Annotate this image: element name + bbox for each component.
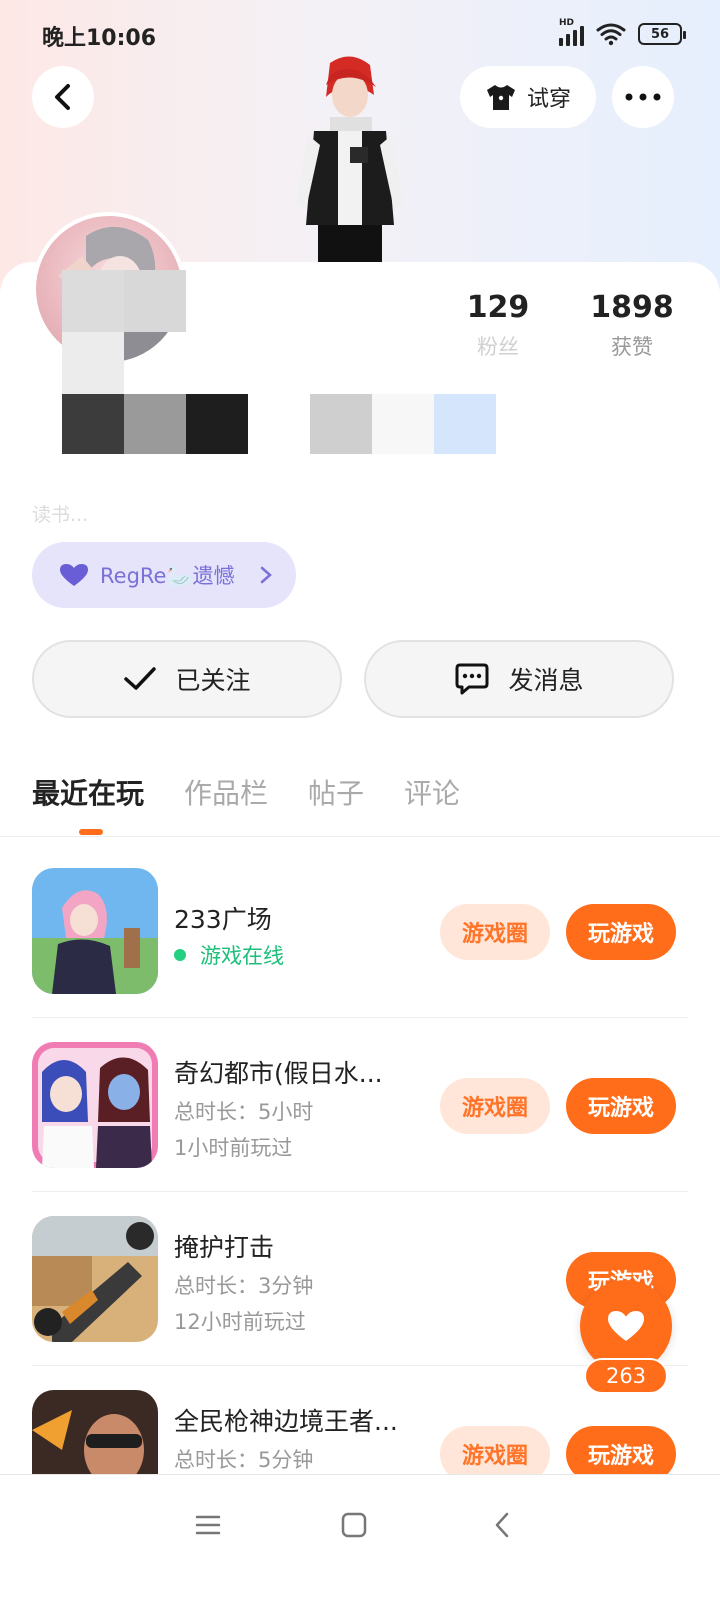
game-cover-art	[32, 1216, 158, 1342]
nickname-mosaic	[62, 270, 124, 332]
game-cover-art	[32, 868, 158, 994]
tab-recently-playing[interactable]: 最近在玩	[32, 772, 144, 812]
game-duration: 总时长：3分钟	[174, 1274, 314, 1298]
menu-lines-icon	[195, 1515, 221, 1535]
group-chip-label: RegRe🦢遗憾	[100, 564, 235, 588]
game-circle-button[interactable]: 游戏圈	[440, 904, 550, 960]
game-title: 掩护打击	[174, 1233, 275, 1262]
game-online-status: 游戏在线	[174, 940, 284, 970]
bio-fade-text: 读书...	[32, 504, 89, 526]
online-dot-icon	[174, 949, 186, 961]
game-duration: 总时长：5分钟	[174, 1448, 314, 1472]
try-on-button[interactable]: 试穿	[460, 66, 596, 128]
nickname-mosaic	[372, 394, 434, 454]
nickname-mosaic	[186, 394, 248, 454]
game-title: 奇幻都市(假日水...	[174, 1059, 383, 1088]
chevron-left-icon	[55, 84, 70, 110]
game-icon-fantasy-city	[32, 1042, 158, 1168]
nickname-mosaic	[62, 394, 124, 454]
system-nav-bar	[0, 1474, 720, 1600]
nickname-mosaic	[434, 394, 496, 454]
nickname-mosaic	[62, 332, 124, 394]
chat-bubble-icon	[455, 663, 489, 695]
try-on-label: 试穿	[526, 87, 571, 112]
back-button[interactable]	[32, 66, 94, 128]
chevron-right-icon	[260, 566, 272, 584]
fans-label: 粉丝	[477, 335, 519, 359]
play-game-button[interactable]: 玩游戏	[566, 904, 676, 960]
avatar-character-figure	[296, 56, 404, 265]
profile-tabs: 最近在玩 作品栏 帖子 评论	[32, 772, 460, 812]
heart-icon	[60, 564, 88, 586]
tab-comments[interactable]: 评论	[404, 772, 460, 812]
send-message-button[interactable]: 发消息	[364, 640, 674, 718]
game-icon-cover-strike	[32, 1216, 158, 1342]
follow-label: 已关注	[175, 666, 251, 695]
nickname-mosaic	[310, 394, 372, 454]
game-title: 233广场	[174, 905, 272, 934]
send-message-label: 发消息	[508, 666, 584, 695]
tabs-divider	[0, 836, 720, 837]
bio-text: 读书...	[32, 500, 312, 528]
likes-label: 获赞	[611, 335, 653, 359]
group-chip[interactable]: RegRe🦢遗憾	[32, 542, 296, 608]
tab-works[interactable]: 作品栏	[184, 772, 268, 812]
recent-apps-button[interactable]	[188, 1505, 228, 1545]
follow-button[interactable]: 已关注	[32, 640, 342, 718]
more-options-button[interactable]	[612, 66, 674, 128]
home-square-icon	[341, 1512, 367, 1538]
game-duration: 总时长：5小时	[174, 1100, 314, 1124]
like-count-badge: 263	[584, 1358, 668, 1394]
fans-stat[interactable]: 129 粉丝	[452, 290, 544, 361]
tshirt-icon	[486, 85, 515, 110]
game-circle-button[interactable]: 游戏圈	[440, 1078, 550, 1134]
nickname-mosaic	[124, 394, 186, 454]
home-button[interactable]	[334, 1505, 374, 1545]
game-icon-233-plaza	[32, 868, 158, 994]
signal-icon: HD	[559, 18, 584, 46]
tab-posts[interactable]: 帖子	[308, 772, 364, 812]
status-icons: HD 56	[559, 18, 686, 46]
game-row[interactable]: 233广场 游戏在线 游戏圈 玩游戏	[32, 844, 688, 1018]
game-last-played: 12小时前玩过	[174, 1310, 306, 1334]
play-game-button[interactable]: 玩游戏	[566, 1078, 676, 1134]
likes-count: 1898	[590, 290, 674, 325]
likes-stat[interactable]: 1898 获赞	[586, 290, 678, 361]
network-type-label: HD	[559, 18, 575, 28]
more-dots-icon	[625, 93, 661, 101]
check-icon	[124, 667, 157, 690]
back-arrow-icon	[495, 1512, 509, 1538]
heart-icon	[608, 1311, 644, 1341]
game-cover-art	[32, 1042, 158, 1168]
game-row[interactable]: 奇幻都市(假日水... 总时长：5小时 1小时前玩过 游戏圈 玩游戏	[32, 1018, 688, 1192]
game-last-played: 1小时前玩过	[174, 1136, 293, 1160]
active-tab-indicator	[79, 829, 103, 835]
system-back-button[interactable]	[482, 1505, 522, 1545]
battery-indicator: 56	[638, 23, 686, 45]
status-time: 晚上10:06	[42, 26, 157, 51]
game-online-label: 游戏在线	[200, 944, 284, 968]
fans-count: 129	[466, 290, 530, 325]
game-title: 全民枪神边境王者...	[174, 1407, 398, 1436]
wifi-icon	[596, 23, 626, 46]
